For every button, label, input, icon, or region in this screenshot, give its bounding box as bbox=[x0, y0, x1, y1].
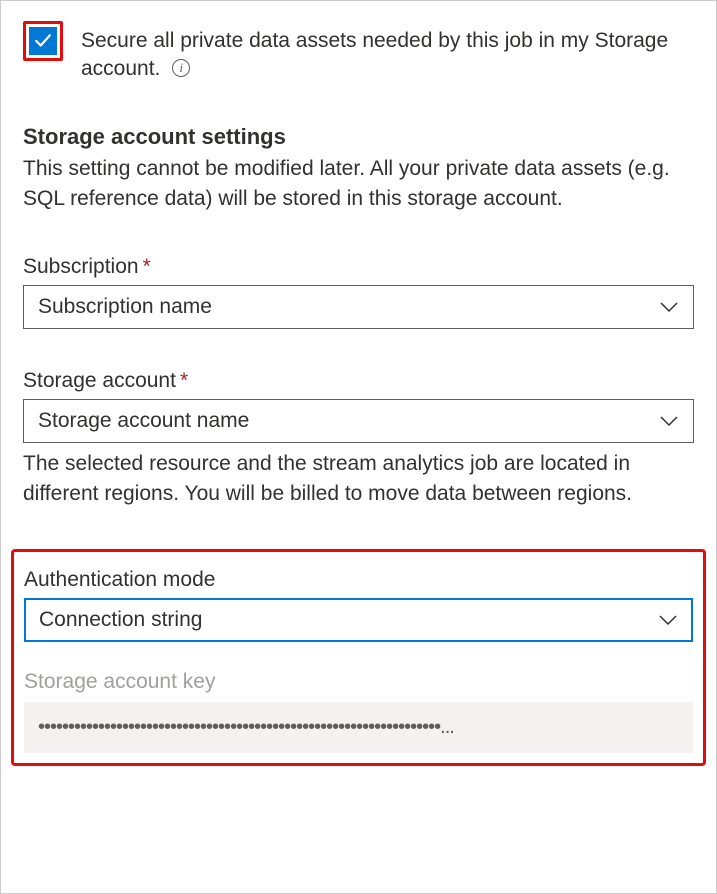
section-title: Storage account settings bbox=[23, 124, 694, 150]
storage-key-field: Storage account key ••••••••••••••••••••… bbox=[24, 670, 693, 753]
storage-settings-section: Storage account settings This setting ca… bbox=[23, 124, 694, 215]
storage-account-field: Storage account* Storage account name Th… bbox=[23, 369, 694, 510]
secure-data-label: Secure all private data assets needed by… bbox=[81, 21, 694, 84]
storage-account-helper: The selected resource and the stream ana… bbox=[23, 449, 694, 510]
auth-mode-field: Authentication mode Connection string bbox=[24, 568, 693, 642]
settings-panel: Secure all private data assets needed by… bbox=[0, 0, 717, 894]
chevron-down-icon bbox=[659, 415, 679, 427]
chevron-down-icon bbox=[658, 614, 678, 626]
secure-data-label-text: Secure all private data assets needed by… bbox=[81, 29, 668, 80]
storage-account-label-text: Storage account bbox=[23, 369, 176, 392]
subscription-label-text: Subscription bbox=[23, 255, 139, 278]
authentication-section-highlight: Authentication mode Connection string St… bbox=[11, 549, 706, 766]
section-description: This setting cannot be modified later. A… bbox=[23, 154, 694, 215]
auth-mode-dropdown[interactable]: Connection string bbox=[24, 598, 693, 642]
storage-account-value: Storage account name bbox=[38, 409, 249, 433]
subscription-value: Subscription name bbox=[38, 295, 212, 319]
checkbox-highlight bbox=[23, 21, 63, 61]
required-indicator: * bbox=[143, 255, 151, 278]
storage-account-dropdown[interactable]: Storage account name bbox=[23, 399, 694, 443]
storage-key-label: Storage account key bbox=[24, 670, 693, 694]
subscription-label: Subscription* bbox=[23, 255, 694, 279]
auth-mode-value: Connection string bbox=[39, 608, 202, 632]
subscription-dropdown[interactable]: Subscription name bbox=[23, 285, 694, 329]
secure-data-row: Secure all private data assets needed by… bbox=[23, 21, 694, 84]
secure-data-checkbox[interactable] bbox=[29, 27, 57, 55]
chevron-down-icon bbox=[659, 301, 679, 313]
storage-account-label: Storage account* bbox=[23, 369, 694, 393]
auth-mode-label: Authentication mode bbox=[24, 568, 693, 592]
storage-key-input[interactable]: ••••••••••••••••••••••••••••••••••••••••… bbox=[24, 702, 693, 753]
check-icon bbox=[34, 32, 52, 50]
subscription-field: Subscription* Subscription name bbox=[23, 255, 694, 329]
required-indicator: * bbox=[180, 369, 188, 392]
info-icon[interactable]: i bbox=[172, 59, 190, 77]
